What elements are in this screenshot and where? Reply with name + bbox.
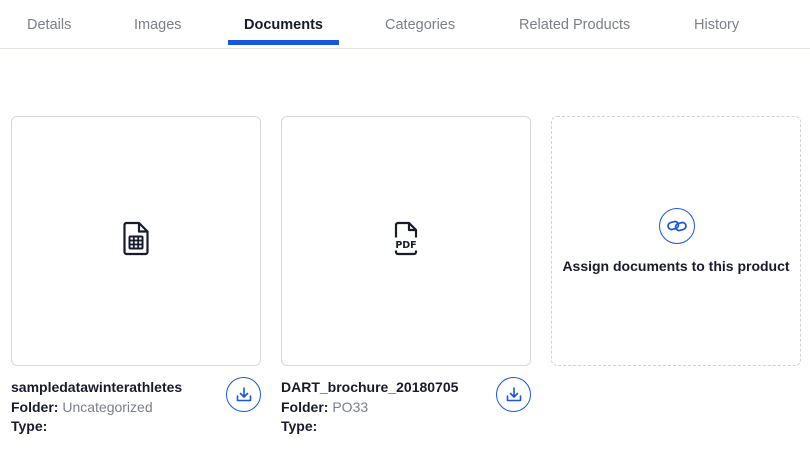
folder-value: PO33	[332, 398, 369, 415]
assign-link-button[interactable]	[659, 208, 695, 244]
type-label: Type:	[281, 418, 318, 434]
tab-bar: Details Images Documents Categories Rela…	[0, 0, 810, 49]
document-meta: sampledatawinterathletes Folder: Uncateg…	[11, 378, 182, 437]
folder-label: Folder:	[11, 398, 59, 415]
download-button[interactable]	[226, 377, 261, 412]
document-card[interactable]	[11, 116, 261, 366]
active-tab-indicator	[228, 40, 339, 45]
spreadsheet-file-icon	[123, 221, 149, 261]
document-card[interactable]: PDF	[281, 116, 531, 366]
tab-categories[interactable]: Categories	[385, 17, 455, 33]
tab-history[interactable]: History	[694, 17, 739, 33]
pdf-file-icon: PDF	[392, 221, 420, 261]
download-button[interactable]	[496, 377, 531, 412]
document-meta: DART_brochure_20180705 Folder: PO33 Type…	[281, 378, 458, 437]
document-name[interactable]: DART_brochure_20180705	[281, 378, 458, 398]
document-name[interactable]: sampledatawinterathletes	[11, 378, 182, 398]
folder-label: Folder:	[281, 398, 329, 415]
download-icon	[236, 386, 251, 401]
tab-related-products[interactable]: Related Products	[519, 17, 630, 33]
type-label: Type:	[11, 418, 48, 434]
assign-documents-card[interactable]: Assign documents to this product	[551, 116, 801, 366]
pdf-icon-text: PDF	[395, 240, 416, 251]
tab-details[interactable]: Details	[27, 17, 71, 33]
download-icon	[506, 386, 521, 401]
assign-documents-label: Assign documents to this product	[562, 258, 790, 274]
tab-images[interactable]: Images	[134, 17, 182, 33]
folder-value: Uncategorized	[62, 398, 153, 415]
link-icon	[667, 220, 687, 232]
tab-documents[interactable]: Documents	[244, 17, 323, 33]
